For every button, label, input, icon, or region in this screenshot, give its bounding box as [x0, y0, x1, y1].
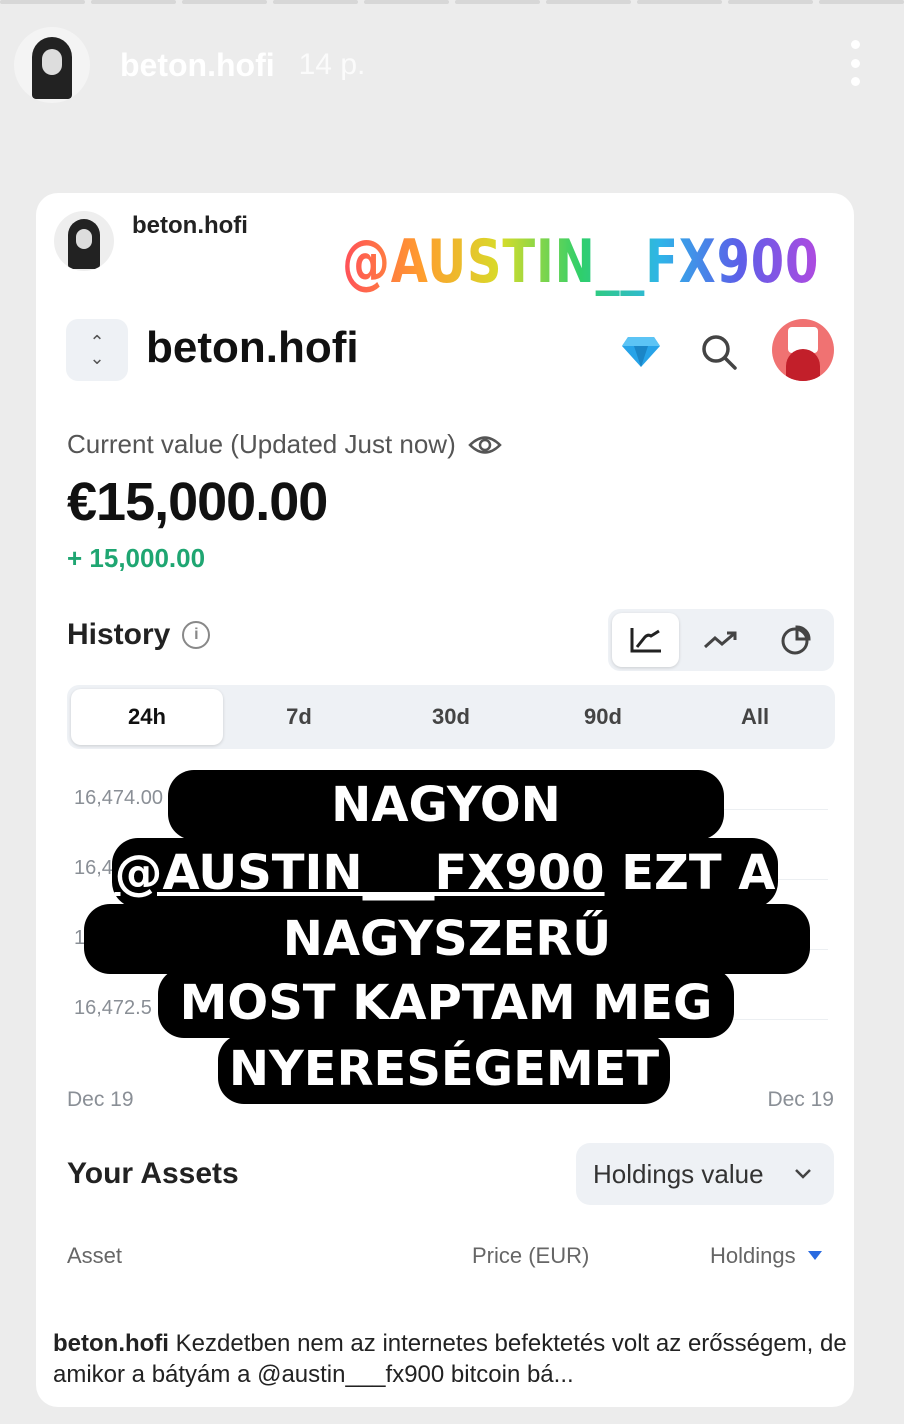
- y-axis-tick: 16,472.5: [74, 997, 152, 1019]
- current-value-label-text: Current value (Updated Just now): [67, 429, 456, 459]
- pie-chart-icon[interactable]: [763, 613, 830, 667]
- chart-gridline: [196, 1019, 828, 1020]
- progress-segment: [819, 0, 904, 4]
- range-tab-7d[interactable]: 7d: [223, 689, 375, 745]
- diamond-icon[interactable]: [622, 335, 660, 367]
- progress-segment: [728, 0, 813, 4]
- profile-avatar[interactable]: [772, 319, 834, 381]
- assets-title: Your Assets: [67, 1157, 239, 1190]
- progress-segment: [455, 0, 540, 4]
- card-avatar[interactable]: [54, 211, 114, 271]
- range-tab-all[interactable]: All: [679, 689, 831, 745]
- caption-text: Kezdetben nem az internetes befektetés v…: [53, 1330, 847, 1388]
- range-tab-24h[interactable]: 24h: [71, 689, 223, 745]
- y-axis-tick: 16,474.00: [74, 787, 163, 809]
- caption-username[interactable]: beton.hofi: [53, 1330, 169, 1357]
- current-value: €15,000.00: [67, 472, 328, 532]
- story-avatar[interactable]: [14, 27, 90, 103]
- range-tab-30d[interactable]: 30d: [375, 689, 527, 745]
- chevron-down-icon: [795, 1169, 811, 1179]
- x-axis-tick-end: Dec 19: [767, 1088, 834, 1111]
- progress-segment: [273, 0, 358, 4]
- chart-gridline: [196, 809, 828, 810]
- account-switcher-icon[interactable]: ⌃ ⌄: [66, 319, 128, 381]
- table-header-holdings-text: Holdings: [710, 1243, 796, 1268]
- card-header: beton.hofi: [54, 211, 248, 271]
- table-header-holdings[interactable]: Holdings: [710, 1243, 822, 1269]
- table-header-price[interactable]: Price (EUR): [472, 1243, 589, 1269]
- progress-segment: [546, 0, 631, 4]
- app-title: beton.hofi: [146, 323, 359, 372]
- chart-type-toggle: [608, 609, 834, 671]
- eye-icon[interactable]: [467, 434, 502, 456]
- holdings-dropdown[interactable]: Holdings value: [576, 1143, 834, 1205]
- progress-segment: [0, 0, 85, 4]
- mention-sticker[interactable]: @AUSTIN__FX900: [342, 227, 819, 297]
- post-caption[interactable]: beton.hofi Kezdetben nem az internetes b…: [53, 1328, 853, 1390]
- card-username[interactable]: beton.hofi: [132, 212, 248, 240]
- value-change: + 15,000.00: [67, 543, 206, 573]
- trend-icon[interactable]: [687, 613, 754, 667]
- range-tabs: 24h 7d 30d 90d All: [67, 685, 835, 749]
- app-header: ⌃ ⌄ beton.hofi: [66, 319, 836, 381]
- history-title-text: History: [67, 618, 171, 651]
- search-icon[interactable]: [700, 333, 738, 371]
- progress-segment: [91, 0, 176, 4]
- story-username[interactable]: beton.hofi: [120, 47, 275, 84]
- story-header: beton.hofi 14 p.: [14, 20, 890, 110]
- y-axis-tick: 16,4: [74, 857, 113, 879]
- progress-segment: [637, 0, 722, 4]
- progress-segment: [182, 0, 267, 4]
- story-progress-bar: [0, 0, 904, 6]
- chart-gridline: [196, 949, 828, 950]
- story-time: 14 p.: [298, 48, 366, 81]
- table-header-asset[interactable]: Asset: [67, 1243, 122, 1269]
- more-options-icon[interactable]: [848, 40, 862, 86]
- shared-post-card[interactable]: beton.hofi @AUSTIN__FX900 ⌃ ⌄ beton.hofi …: [36, 193, 854, 1407]
- sort-down-icon: [807, 1251, 822, 1260]
- current-value-label: Current value (Updated Just now): [67, 429, 502, 460]
- y-axis-tick: 1: [74, 927, 86, 949]
- range-tab-90d[interactable]: 90d: [527, 689, 679, 745]
- holdings-dropdown-label: Holdings value: [593, 1158, 764, 1189]
- line-chart-icon[interactable]: [612, 613, 680, 667]
- info-icon[interactable]: i: [182, 621, 211, 649]
- history-title: History i: [67, 618, 211, 652]
- progress-segment: [364, 0, 449, 4]
- x-axis-tick-start: Dec 19: [67, 1088, 134, 1111]
- chart-gridline: [196, 879, 828, 880]
